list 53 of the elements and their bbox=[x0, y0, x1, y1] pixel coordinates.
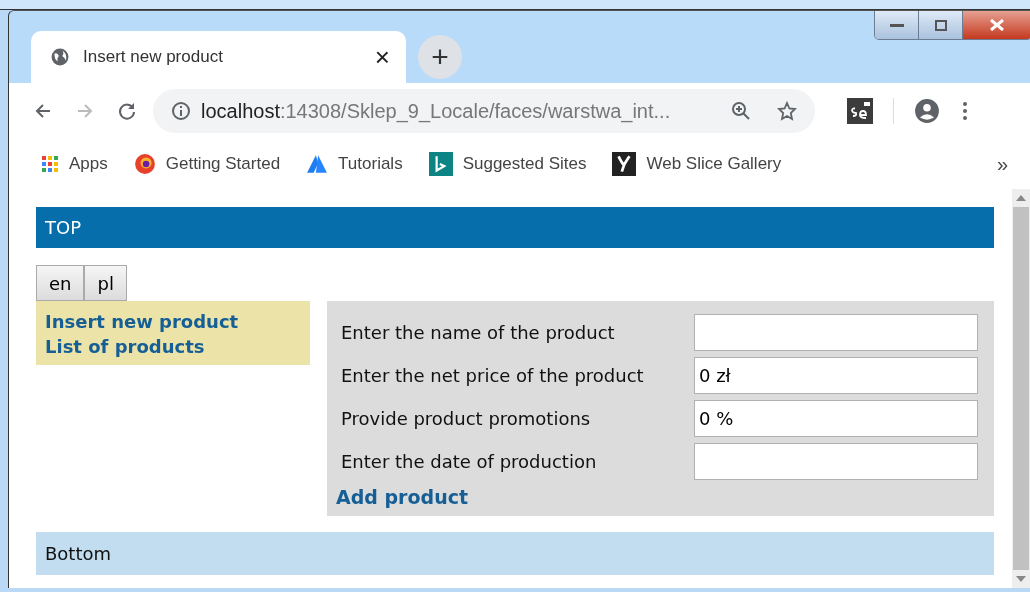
input-field[interactable]: 0 % bbox=[694, 400, 978, 437]
language-button[interactable]: en bbox=[36, 265, 85, 301]
bookmark-label: Web Slice Gallery bbox=[646, 154, 782, 174]
footer-bar: Bottom bbox=[36, 532, 994, 575]
field-label: Enter the date of production bbox=[340, 451, 597, 472]
new-tab-button[interactable]: + bbox=[418, 35, 462, 79]
account-icon[interactable] bbox=[914, 98, 940, 124]
tab-title: Insert new product bbox=[83, 47, 224, 67]
language-button[interactable]: pl bbox=[84, 265, 127, 301]
menu-icon[interactable] bbox=[962, 101, 968, 121]
globe-icon bbox=[51, 48, 69, 66]
bookmark-label: Suggested Sites bbox=[462, 154, 587, 174]
browser-tab[interactable]: Insert new product × bbox=[31, 31, 406, 83]
bookmark-label: Getting Started bbox=[165, 154, 281, 174]
input-field[interactable] bbox=[694, 314, 978, 351]
add-product-link[interactable]: Add product bbox=[336, 486, 469, 508]
minimize-button[interactable] bbox=[875, 11, 919, 39]
close-icon bbox=[989, 19, 1004, 31]
header-bar: TOP bbox=[36, 207, 994, 248]
bookmark-label: Apps bbox=[69, 154, 108, 174]
extension-icon[interactable] bbox=[847, 98, 873, 124]
triangle-logo-icon bbox=[306, 153, 329, 175]
bookmark[interactable]: Suggested Sites bbox=[428, 152, 587, 176]
bing-logo-icon bbox=[428, 152, 453, 176]
menu-link[interactable]: List of products bbox=[45, 334, 301, 359]
input-field[interactable]: 0 zł bbox=[694, 357, 978, 394]
reload-icon[interactable] bbox=[117, 101, 137, 121]
slice-icon bbox=[612, 152, 637, 176]
more-bookmarks-button[interactable]: » bbox=[996, 152, 1008, 176]
apps-grid-icon bbox=[41, 155, 59, 173]
field-label: Enter the name of the product bbox=[340, 322, 615, 343]
bookmark[interactable]: Getting Started bbox=[133, 153, 281, 175]
minimize-icon bbox=[889, 22, 904, 28]
bookmark-label: Tutorials bbox=[338, 154, 403, 174]
maximize-icon bbox=[934, 19, 947, 31]
maximize-button[interactable] bbox=[919, 11, 963, 39]
menu-link[interactable]: Insert new product bbox=[45, 309, 301, 334]
bookmark[interactable]: Web Slice Gallery bbox=[612, 152, 782, 176]
url-path: :14308/Sklep_9_Locale/faces/warstwa_int... bbox=[279, 99, 671, 122]
scrollbar[interactable] bbox=[1012, 189, 1030, 588]
browser-logo-icon bbox=[133, 153, 156, 175]
zoom-icon[interactable] bbox=[731, 101, 751, 121]
close-window-button[interactable] bbox=[963, 11, 1030, 39]
close-tab-button[interactable]: × bbox=[374, 44, 390, 70]
address-bar[interactable]: localhost:14308/Sklep_9_Locale/faces/warstwa_int... bbox=[153, 89, 815, 133]
input-field[interactable] bbox=[694, 443, 978, 480]
url-host: localhost bbox=[201, 99, 280, 122]
bookmark[interactable]: Tutorials bbox=[306, 153, 403, 175]
field-label: Enter the net price of the product bbox=[340, 365, 644, 386]
field-label: Provide product promotions bbox=[340, 408, 591, 429]
star-icon[interactable] bbox=[777, 101, 797, 121]
bookmark[interactable]: Apps bbox=[41, 154, 108, 174]
info-icon bbox=[171, 101, 191, 121]
